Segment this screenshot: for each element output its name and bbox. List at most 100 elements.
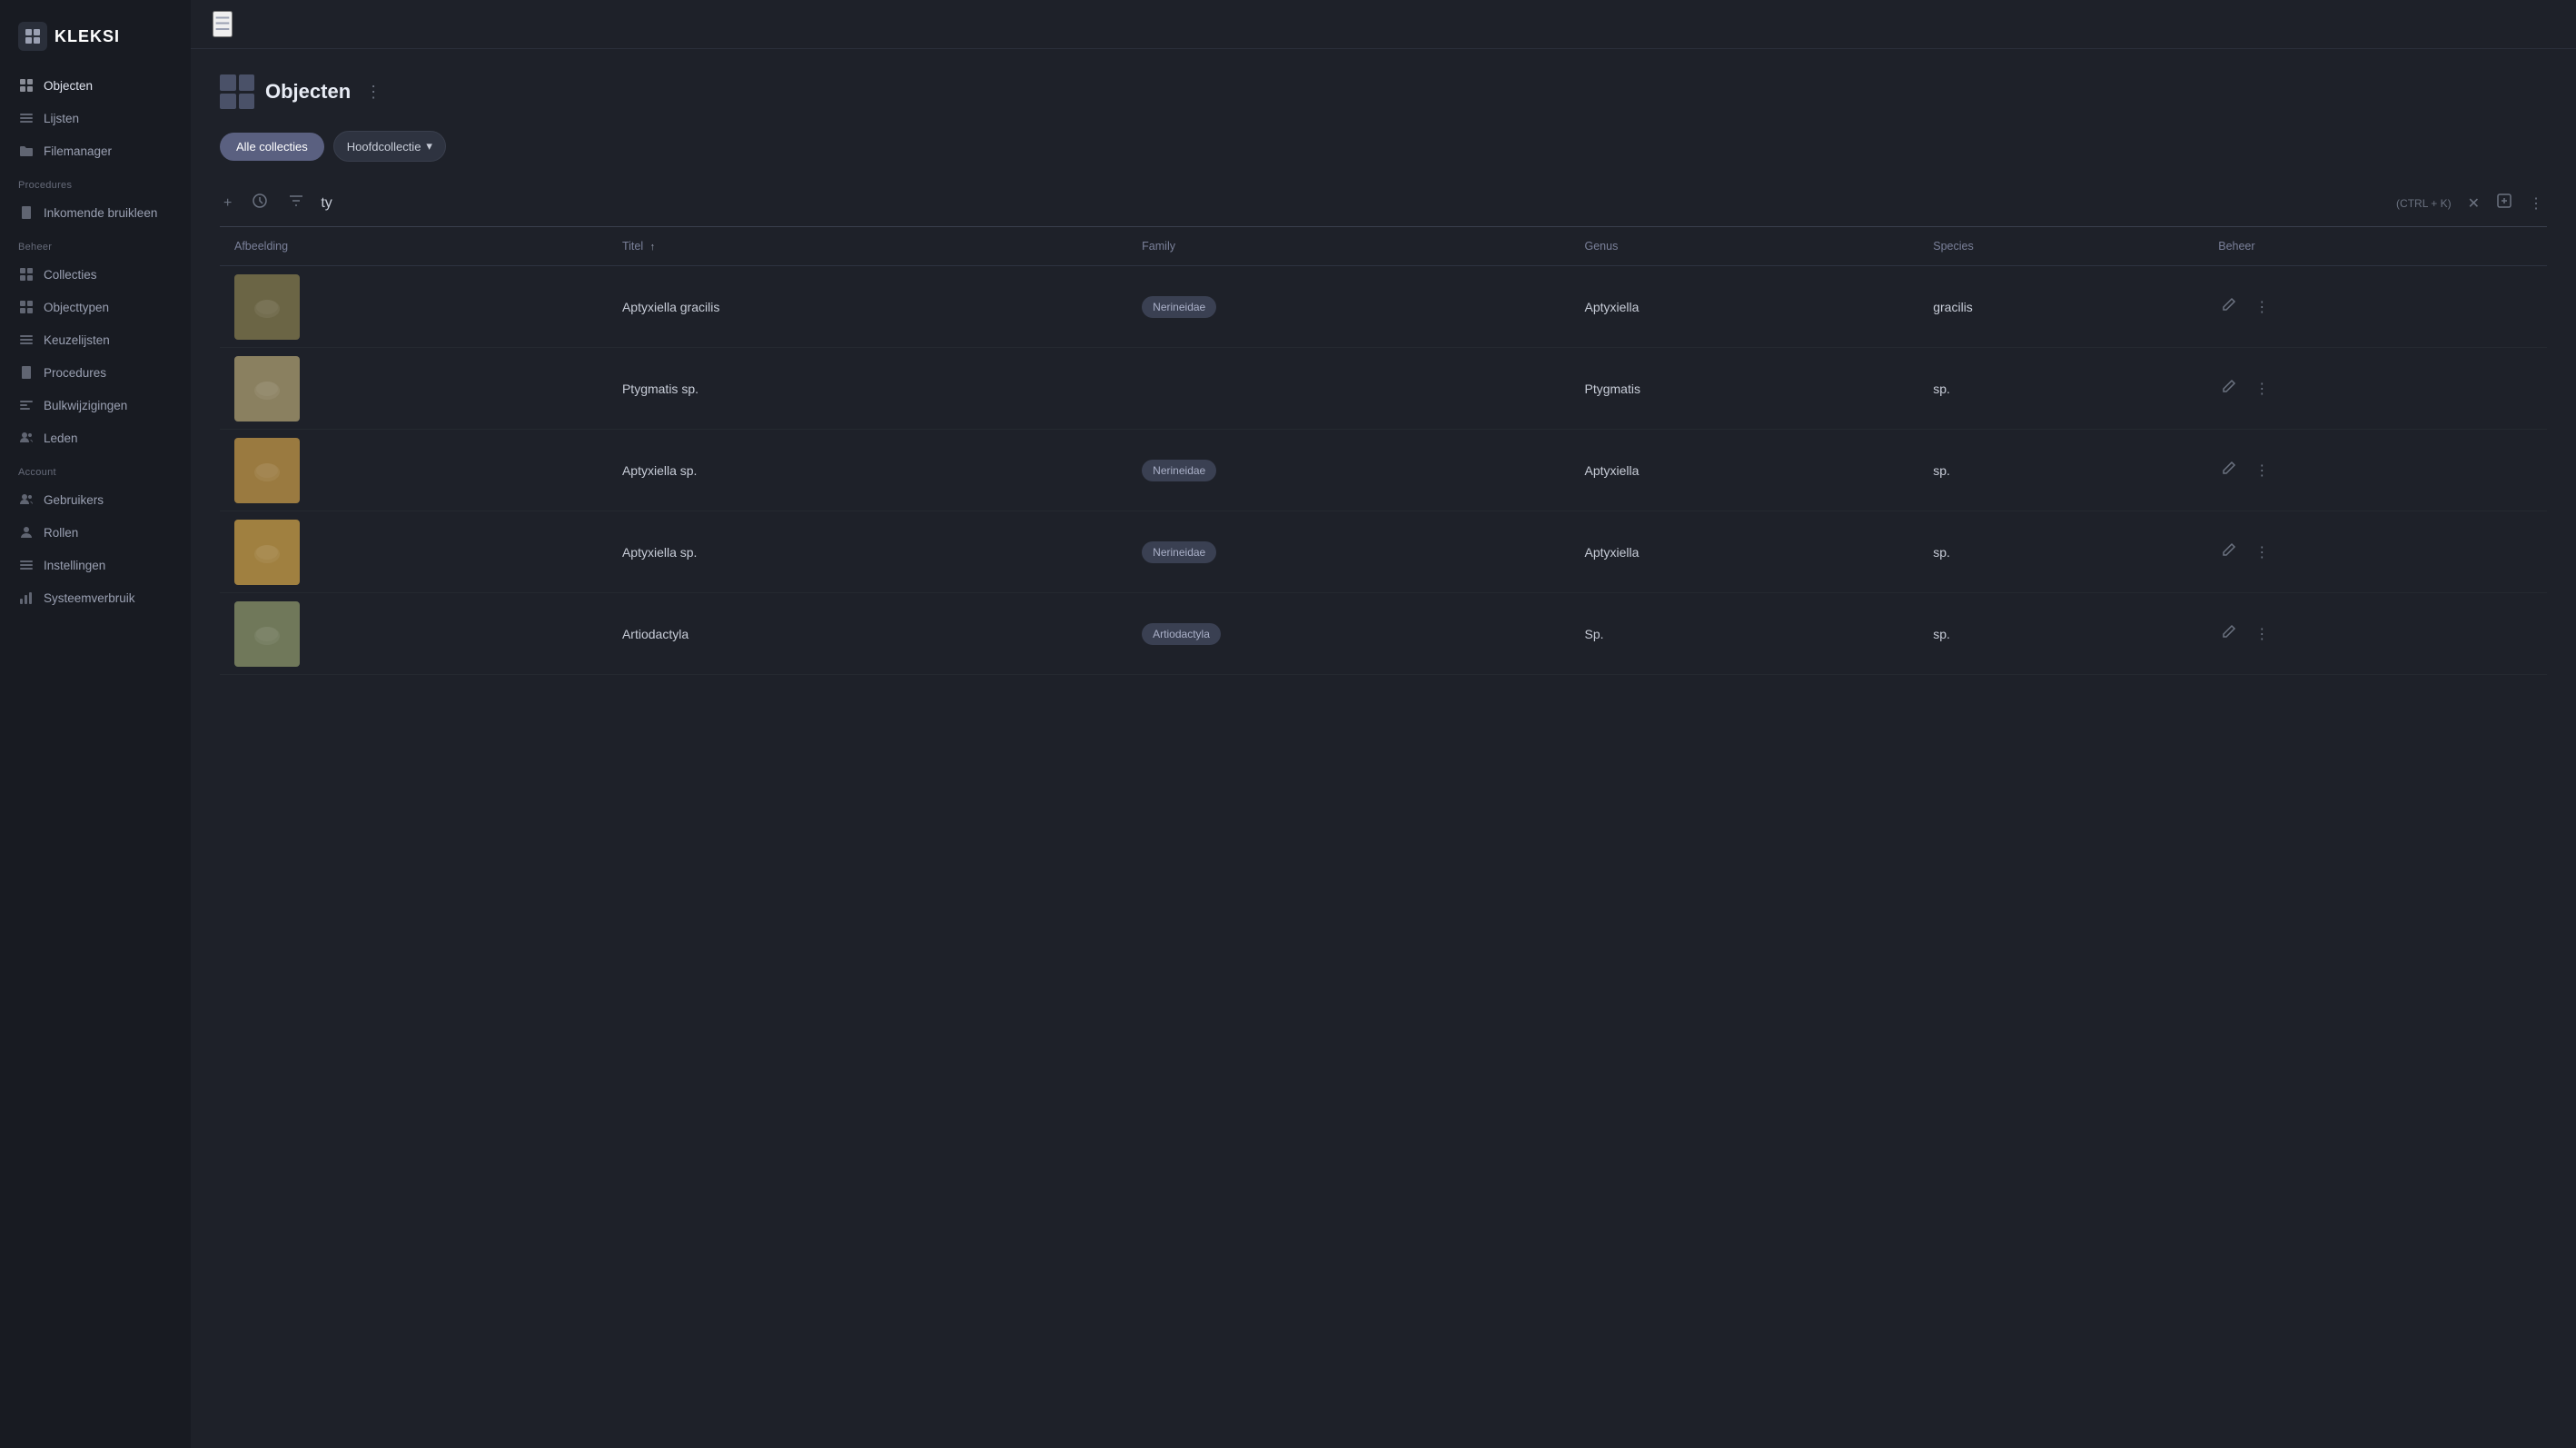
cell-thumbnail <box>220 511 608 593</box>
doc-icon-1 <box>18 204 35 221</box>
sidebar-item-rollen-label: Rollen <box>44 526 78 540</box>
export-button[interactable] <box>2492 189 2516 217</box>
sidebar-item-instellingen[interactable]: Instellingen <box>0 549 191 581</box>
title-text: Aptyxiella sp. <box>622 463 697 478</box>
sidebar-item-systeemverbruik[interactable]: Systeemverbruik <box>0 581 191 614</box>
col-header-afbeelding: Afbeelding <box>220 227 608 266</box>
sidebar-item-filemanager[interactable]: Filemanager <box>0 134 191 167</box>
sidebar-item-rollen[interactable]: Rollen <box>0 516 191 549</box>
rollen-icon <box>18 524 35 541</box>
col-header-titel[interactable]: Titel ↑ <box>608 227 1127 266</box>
filter-button[interactable] <box>284 189 308 217</box>
sidebar-item-objecten[interactable]: Objecten <box>0 69 191 102</box>
sidebar-item-keuzelijsten[interactable]: Keuzelijsten <box>0 323 191 356</box>
clear-search-button[interactable]: ✕ <box>2464 191 2483 216</box>
search-actions: ✕ ⋮ <box>2464 189 2547 217</box>
page-menu-icon[interactable]: ⋮ <box>365 83 381 102</box>
sidebar-item-bulkwijzigingen-label: Bulkwijzigingen <box>44 399 127 412</box>
systeemverbruik-icon <box>18 590 35 606</box>
table-row: Aptyxiella sp.NerineidaeAptyxiellasp. ⋮ <box>220 511 2547 593</box>
table-row: Aptyxiella gracilis Nerineidae Aptyxiellag… <box>220 266 2547 348</box>
cell-species: sp. <box>1918 348 2204 430</box>
sidebar-item-procedures-label: Procedures <box>44 366 106 380</box>
main-content: ☰ Objecten ⋮ Alle collecties Hoofdcollec… <box>191 0 2576 1448</box>
edit-button[interactable] <box>2218 539 2240 565</box>
cell-genus: Aptyxiella <box>1570 266 1919 348</box>
cell-family: Nerineidae <box>1127 266 1570 348</box>
cell-species: gracilis <box>1918 266 2204 348</box>
cell-title: Aptyxiella sp. <box>608 430 1127 511</box>
objecttypen-icon <box>18 299 35 315</box>
genus-text: Ptygmatis <box>1585 382 1640 396</box>
more-row-button[interactable]: ⋮ <box>2251 294 2273 320</box>
family-badge: Nerineidae <box>1142 296 1216 318</box>
cell-species: sp. <box>1918 593 2204 675</box>
more-row-button[interactable]: ⋮ <box>2251 458 2273 483</box>
col-header-genus: Genus <box>1570 227 1919 266</box>
col-header-species: Species <box>1918 227 2204 266</box>
cell-species: sp. <box>1918 511 2204 593</box>
cell-genus: Aptyxiella <box>1570 430 1919 511</box>
cell-family: Artiodactyla <box>1127 593 1570 675</box>
sidebar-item-objecttypen[interactable]: Objecttypen <box>0 291 191 323</box>
table-row: Ptygmatis sp. Ptygmatis sp. ⋮ <box>220 348 2547 430</box>
hoofdcollectie-label: Hoofdcollectie <box>347 140 421 154</box>
thumbnail-image <box>234 601 300 667</box>
cell-genus: Aptyxiella <box>1570 511 1919 593</box>
app-logo: KLEKSI <box>0 15 191 69</box>
more-row-button[interactable]: ⋮ <box>2251 621 2273 647</box>
row-actions: ⋮ <box>2218 539 2532 565</box>
sidebar-item-collecties[interactable]: Collecties <box>0 258 191 291</box>
edit-button[interactable] <box>2218 375 2240 402</box>
all-collections-button[interactable]: Alle collecties <box>220 133 324 161</box>
row-actions: ⋮ <box>2218 457 2532 483</box>
cell-thumbnail <box>220 430 608 511</box>
sidebar-item-bulkwijzigingen[interactable]: Bulkwijzigingen <box>0 389 191 422</box>
history-button[interactable] <box>248 189 272 217</box>
cell-thumbnail <box>220 348 608 430</box>
cell-genus: Ptygmatis <box>1570 348 1919 430</box>
folder-icon <box>18 143 35 159</box>
thumbnail-image <box>234 520 300 585</box>
bulkwijzigingen-icon <box>18 397 35 413</box>
cell-family: Nerineidae <box>1127 511 1570 593</box>
cell-title: Ptygmatis sp. <box>608 348 1127 430</box>
sidebar-item-inkomende-bruikleen[interactable]: Inkomende bruikleen <box>0 196 191 229</box>
sidebar-item-lijsten-label: Lijsten <box>44 112 79 125</box>
more-options-button[interactable]: ⋮ <box>2525 191 2547 216</box>
sidebar-item-leden[interactable]: Leden <box>0 422 191 454</box>
search-bar: + (CTRL + K) ✕ <box>220 180 2547 227</box>
edit-button[interactable] <box>2218 293 2240 320</box>
dropdown-arrow-icon: ▾ <box>426 139 432 154</box>
data-table: Afbeelding Titel ↑ Family Genus Species <box>220 227 2547 675</box>
thumbnail-image <box>234 274 300 340</box>
cell-title: Aptyxiella gracilis <box>608 266 1127 348</box>
edit-button[interactable] <box>2218 457 2240 483</box>
sidebar-item-gebruikers[interactable]: Gebruikers <box>0 483 191 516</box>
more-row-button[interactable]: ⋮ <box>2251 376 2273 402</box>
page-header-icon <box>220 74 254 109</box>
sidebar-item-procedures[interactable]: Procedures <box>0 356 191 389</box>
add-button[interactable]: + <box>220 192 235 215</box>
page-header: Objecten ⋮ <box>220 74 2547 109</box>
edit-button[interactable] <box>2218 620 2240 647</box>
sidebar: KLEKSI Objecten Lijsten <box>0 0 191 1448</box>
hoofdcollectie-dropdown[interactable]: Hoofdcollectie ▾ <box>333 131 446 162</box>
title-text: Aptyxiella gracilis <box>622 300 719 314</box>
sidebar-item-lijsten[interactable]: Lijsten <box>0 102 191 134</box>
search-shortcut: (CTRL + K) <box>2396 197 2452 210</box>
sidebar-item-inkomende-label: Inkomende bruikleen <box>44 206 157 220</box>
more-row-button[interactable]: ⋮ <box>2251 540 2273 565</box>
cell-species: sp. <box>1918 430 2204 511</box>
logo-icon <box>18 22 47 51</box>
grid-icon <box>18 77 35 94</box>
collecties-icon <box>18 266 35 283</box>
filter-bar: Alle collecties Hoofdcollectie ▾ <box>220 131 2547 162</box>
family-badge: Nerineidae <box>1142 541 1216 563</box>
search-input[interactable] <box>321 195 2383 212</box>
sidebar-item-filemanager-label: Filemanager <box>44 144 112 158</box>
species-text: sp. <box>1933 463 1950 478</box>
hamburger-button[interactable]: ☰ <box>213 11 233 37</box>
sidebar-item-instellingen-label: Instellingen <box>44 559 105 572</box>
thumbnail-image <box>234 356 300 422</box>
